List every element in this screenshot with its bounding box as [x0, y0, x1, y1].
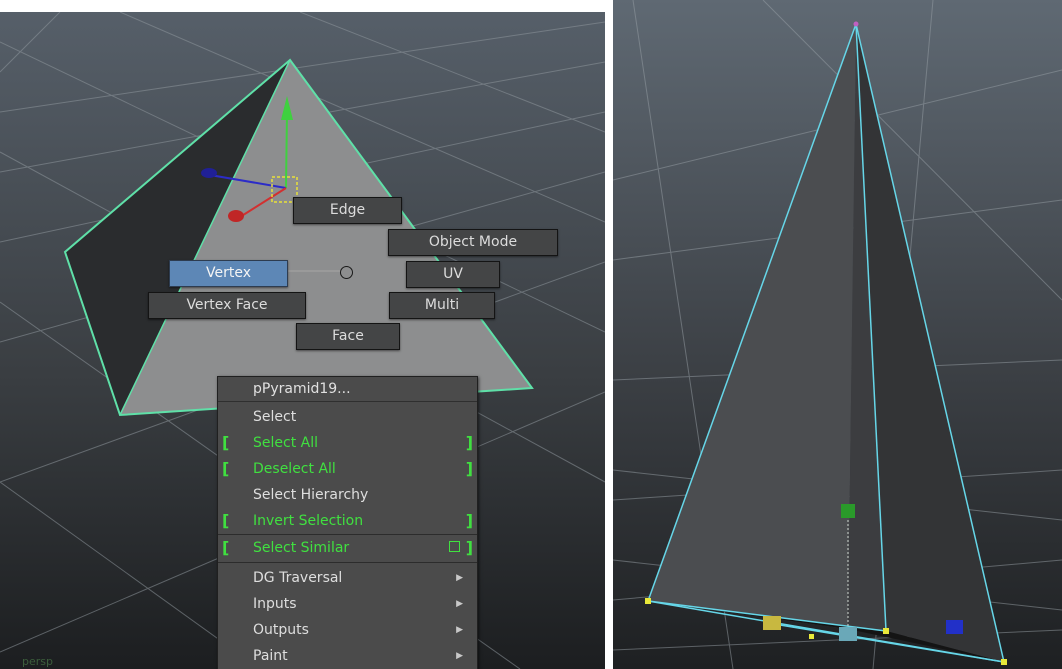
submenu-arrow-icon: ▶ [456, 599, 463, 609]
menu-item-label: Select Hierarchy [253, 487, 369, 503]
menu-item-outputs[interactable]: Outputs ▶ [218, 617, 477, 643]
right-viewport-scene [613, 0, 1062, 669]
camera-label: persp [22, 655, 53, 668]
menu-item-label: Inputs [253, 596, 297, 612]
menu-item-select[interactable]: Select [218, 404, 477, 430]
menu-item-label: Select [253, 409, 297, 425]
menu-item-dg-traversal[interactable]: DG Traversal ▶ [218, 565, 477, 591]
menu-title: pPyramid19... [218, 377, 477, 402]
left-viewport[interactable]: Edge Object Mode Vertex UV Vertex Face M… [0, 12, 605, 669]
object-mode-button[interactable]: Object Mode [388, 229, 558, 256]
menu-divider [218, 562, 477, 563]
menu-item-label: Outputs [253, 622, 309, 638]
vertex-face-button[interactable]: Vertex Face [148, 292, 306, 319]
marking-menu-indicator [288, 270, 340, 272]
option-box-icon[interactable] [449, 541, 460, 552]
menu-item-label: Select All [253, 435, 318, 451]
bracket-left-icon: [ [222, 538, 230, 557]
bracket-right-icon: ] [465, 459, 473, 478]
vertex-button[interactable]: Vertex [169, 260, 288, 287]
menu-item-inputs[interactable]: Inputs ▶ [218, 591, 477, 617]
submenu-arrow-icon: ▶ [456, 625, 463, 635]
menu-item-deselect-all[interactable]: [ Deselect All ] [218, 456, 477, 482]
menu-item-label: Select Similar [253, 540, 350, 556]
edge-button[interactable]: Edge [293, 197, 402, 224]
bracket-left-icon: [ [222, 433, 230, 452]
multi-button[interactable]: Multi [389, 292, 495, 319]
bracket-left-icon: [ [222, 511, 230, 530]
menu-item-label: DG Traversal [253, 570, 343, 586]
menu-item-label: Invert Selection [253, 513, 364, 529]
uv-button[interactable]: UV [406, 261, 500, 288]
menu-item-invert-selection[interactable]: [ Invert Selection ] [218, 508, 477, 534]
menu-item-select-all[interactable]: [ Select All ] [218, 430, 477, 456]
face-button[interactable]: Face [296, 323, 400, 350]
bracket-right-icon: ] [465, 433, 473, 452]
menu-item-select-hierarchy[interactable]: Select Hierarchy [218, 482, 477, 508]
menu-item-paint[interactable]: Paint ▶ [218, 643, 477, 669]
marking-menu-center [340, 266, 353, 279]
bracket-right-icon: ] [465, 511, 473, 530]
submenu-arrow-icon: ▶ [456, 573, 463, 583]
bracket-right-icon: ] [465, 538, 473, 557]
menu-item-label: Deselect All [253, 461, 336, 477]
menu-item-select-similar[interactable]: [ Select Similar ] [218, 535, 477, 561]
menu-item-label: Paint [253, 648, 288, 664]
selection-context-menu: pPyramid19... Select [ Select All ] [ De… [217, 376, 478, 669]
right-viewport[interactable] [613, 0, 1062, 669]
submenu-arrow-icon: ▶ [456, 651, 463, 661]
bracket-left-icon: [ [222, 459, 230, 478]
